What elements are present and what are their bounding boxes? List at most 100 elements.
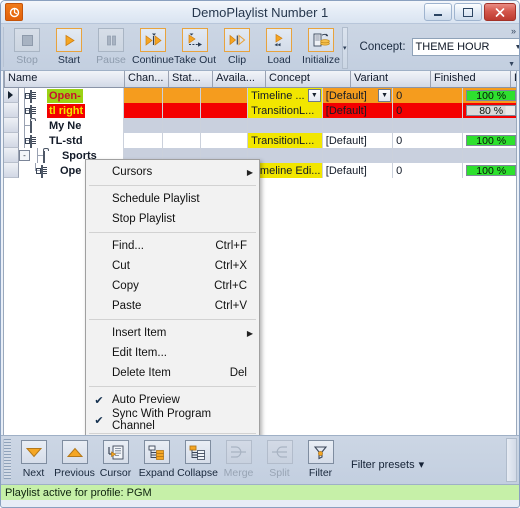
toolbar-grip[interactable] [3, 27, 4, 67]
clip-button[interactable]: Clip [216, 26, 258, 66]
menu-item-find[interactable]: Find... Ctrl+F [86, 236, 259, 256]
row-header[interactable] [4, 118, 19, 133]
cell-channel[interactable] [124, 103, 163, 118]
menu-item-delete-item[interactable]: Delete Item Del [86, 363, 259, 383]
cell-finished[interactable] [393, 148, 464, 163]
column-header-loaded[interactable]: Loaded [511, 71, 516, 87]
cell-variant[interactable]: [Default] [323, 163, 394, 178]
cell-finished[interactable]: 0 [393, 88, 464, 103]
column-header-concept[interactable]: Concept [266, 71, 351, 87]
cell-finished[interactable]: 0 [393, 163, 464, 178]
menu-item-cursors[interactable]: Cursors ▶ [86, 162, 259, 182]
playlist-context-menu[interactable]: Cursors ▶ Schedule Playlist Stop Playlist Fi… [85, 159, 260, 435]
menu-item-sync-with-program-channel[interactable]: ✔ Sync With Program Channel [86, 408, 259, 432]
table-row[interactable]: TL-std TransitionL... [Default] 0 100 % [4, 133, 516, 148]
expand-button[interactable]: Expand [136, 436, 177, 479]
cell-status[interactable] [163, 133, 202, 148]
cell-loaded[interactable] [463, 118, 516, 133]
bottom-toolbar-scrollbar[interactable] [506, 438, 517, 482]
row-header[interactable] [4, 148, 19, 163]
cell-available[interactable] [201, 118, 249, 133]
initialize-button[interactable]: Initialize [300, 26, 342, 66]
cell-concept[interactable]: Timeline ... ▼ [248, 88, 323, 103]
toolbar-expand-chevrons[interactable]: » [511, 26, 516, 36]
cell-variant[interactable]: [Default] [323, 133, 394, 148]
menu-item-edit-item[interactable]: Edit Item... [86, 343, 259, 363]
cell-loaded[interactable]: 100 % [463, 133, 516, 148]
cell-available[interactable] [201, 103, 249, 118]
column-header-available[interactable]: Availa... [213, 71, 266, 87]
split-button[interactable]: Split [259, 436, 300, 479]
cell-status[interactable] [163, 103, 202, 118]
cell-variant[interactable]: [Default] [323, 103, 394, 118]
toolbar-scroll-down-icon[interactable]: ▼ [508, 61, 515, 68]
menu-item-paste[interactable]: Paste Ctrl+V [86, 296, 259, 316]
cell-name[interactable]: TL-std [18, 133, 124, 148]
cell-name[interactable]: tl right [18, 103, 124, 118]
tree-expander-icon[interactable]: - [18, 150, 30, 161]
pause-button[interactable]: Pause [90, 26, 132, 66]
maximize-button[interactable] [454, 3, 482, 21]
cell-loaded[interactable]: 80 % [463, 103, 516, 118]
cell-name[interactable]: Open- [18, 88, 124, 103]
cell-variant[interactable] [323, 118, 394, 133]
cell-channel[interactable] [124, 88, 163, 103]
merge-button[interactable]: Merge [218, 436, 259, 479]
cursor-button[interactable]: Cursor [95, 436, 136, 479]
table-row[interactable]: - Sports [4, 148, 516, 163]
concept-combobox[interactable]: THEME HOUR ▼ [411, 38, 519, 56]
cell-concept[interactable]: TransitionL... [248, 103, 323, 118]
cell-name[interactable]: My Ne [18, 118, 124, 133]
menu-item-copy[interactable]: Copy Ctrl+C [86, 276, 259, 296]
continue-button[interactable]: Continue [132, 26, 174, 66]
cell-status[interactable] [163, 88, 202, 103]
menu-item-stop-playlist[interactable]: Stop Playlist [86, 209, 259, 229]
row-header[interactable] [4, 133, 19, 148]
stop-button[interactable]: Stop [6, 26, 48, 66]
close-button[interactable] [484, 3, 516, 21]
take-out-button[interactable]: Take Out [174, 26, 216, 66]
bottom-toolbar-grip[interactable] [3, 439, 11, 479]
minimize-button[interactable] [424, 3, 452, 21]
row-header[interactable] [4, 103, 19, 118]
table-row[interactable]: Open- Timeline ... ▼ [Default] ▼ 0 100 % [4, 88, 516, 103]
cell-concept[interactable] [248, 118, 323, 133]
menu-item-cut[interactable]: Cut Ctrl+X [86, 256, 259, 276]
row-header[interactable] [4, 163, 19, 178]
collapse-button[interactable]: Collapse [177, 436, 218, 479]
cell-variant[interactable]: [Default] ▼ [323, 88, 394, 103]
table-row[interactable]: Ope Timeline Edi... [Default] 0 100 % [4, 163, 516, 178]
toolbar-overflow-button[interactable]: ▾ [342, 27, 348, 69]
column-header-channel[interactable]: Chan... [125, 71, 169, 87]
cell-loaded[interactable]: 100 % [463, 163, 516, 178]
start-button[interactable]: Start [48, 26, 90, 66]
menu-item-schedule-playlist[interactable]: Schedule Playlist [86, 189, 259, 209]
column-header-variant[interactable]: Variant [351, 71, 431, 87]
concept-cell-dropdown-icon[interactable]: ▼ [307, 89, 321, 102]
cell-loaded[interactable]: 100 % [463, 88, 516, 103]
table-row[interactable]: tl right TransitionL... [Default] 0 80 % [4, 103, 516, 118]
variant-cell-dropdown-icon[interactable]: ▼ [378, 89, 392, 102]
filter-button[interactable]: Filter [300, 436, 341, 479]
cell-loaded[interactable] [463, 148, 516, 163]
cell-variant[interactable] [323, 148, 394, 163]
menu-item-insert-item[interactable]: Insert Item ▶ [86, 323, 259, 343]
load-button[interactable]: Load [258, 26, 300, 66]
cell-channel[interactable] [124, 118, 163, 133]
cell-status[interactable] [163, 118, 202, 133]
column-header-name[interactable]: Name [5, 71, 125, 87]
column-header-status[interactable]: Stat... [169, 71, 213, 87]
column-header-finished[interactable]: Finished [431, 71, 511, 87]
cell-available[interactable] [201, 133, 249, 148]
row-header-current[interactable] [4, 88, 19, 103]
previous-button[interactable]: Previous [54, 436, 95, 479]
cell-finished[interactable] [393, 118, 464, 133]
cell-finished[interactable]: 0 [393, 133, 464, 148]
table-row[interactable]: My Ne [4, 118, 516, 133]
cell-finished[interactable]: 0 [393, 103, 464, 118]
cell-concept[interactable]: TransitionL... [248, 133, 323, 148]
cell-channel[interactable] [124, 133, 163, 148]
filter-presets-dropdown[interactable]: Filter presets ▾ [351, 458, 424, 472]
cell-available[interactable] [201, 88, 249, 103]
menu-item-auto-preview[interactable]: ✔ Auto Preview [86, 390, 259, 410]
